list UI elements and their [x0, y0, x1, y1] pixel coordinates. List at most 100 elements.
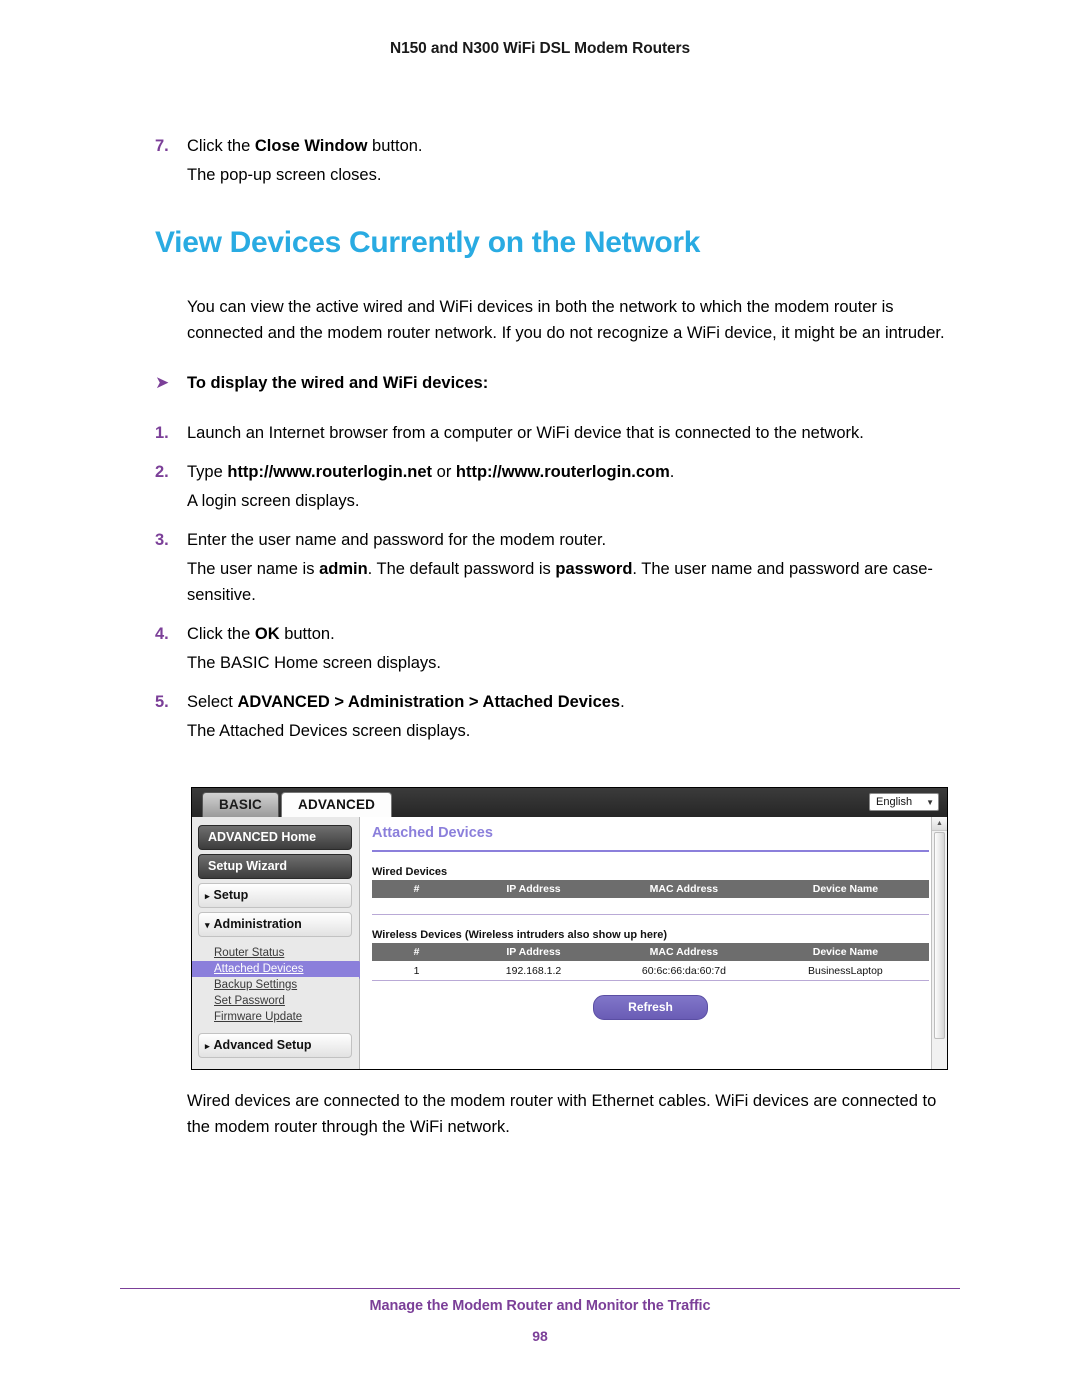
step-2-text: Type http://www.routerlogin.net or http:…	[187, 459, 960, 485]
footer-chapter-title: Manage the Modem Router and Monitor the …	[369, 1298, 711, 1314]
sidebar-accordion-setup-label: Setup	[213, 888, 249, 902]
refresh-button[interactable]: Refresh	[593, 995, 708, 1020]
sidebar-setup-wizard[interactable]: Setup Wizard	[198, 854, 352, 879]
table-row: 1 192.168.1.2 60:6c:66:da:60:7d Business…	[372, 961, 929, 980]
step-3-result-mid: . The default password is	[367, 560, 556, 578]
step-5-result: The Attached Devices screen displays.	[187, 722, 471, 740]
procedure-heading: ➤ To display the wired and WiFi devices:	[155, 372, 960, 394]
sidebar-item-backup-settings[interactable]: Backup Settings	[192, 977, 359, 993]
sidebar-accordion-administration[interactable]: ▾ Administration	[198, 912, 352, 937]
wired-devices-table: # IP Address MAC Address Device Name	[372, 880, 929, 915]
sidebar-item-attached-devices[interactable]: Attached Devices	[192, 961, 370, 979]
cell-mac-address: 60:6c:66:da:60:7d	[641, 965, 726, 977]
step-5-number: 5.	[155, 693, 169, 711]
step-5-menu-path: ADVANCED > Administration > Attached Dev…	[237, 693, 621, 711]
step-2-prefix: Type	[187, 463, 228, 481]
step-3-result: The user name is admin. The default pass…	[187, 556, 960, 608]
step-7-result: The pop-up screen closes.	[187, 166, 382, 184]
chevron-right-icon: ▸	[205, 1041, 210, 1051]
step-2-mid: or	[432, 463, 456, 481]
router-body: ADVANCED Home Setup Wizard ▸ Setup ▾ Admin…	[192, 817, 947, 1069]
section-intro: You can view the active wired and WiFi d…	[187, 298, 945, 342]
sidebar-item-set-password[interactable]: Set Password	[192, 993, 359, 1009]
column-index: #	[413, 946, 420, 958]
chevron-down-icon: ▼	[926, 797, 934, 807]
step-7-prefix: Click the	[187, 137, 255, 155]
scroll-up-arrow-icon[interactable]: ▲	[932, 817, 947, 831]
router-sidebar: ADVANCED Home Setup Wizard ▸ Setup ▾ Admin…	[192, 817, 370, 1069]
step-3-password: password	[555, 560, 633, 578]
footer-page-number: 98	[532, 1328, 548, 1344]
language-select[interactable]: English ▼	[869, 793, 939, 811]
cell-device-name: BusinessLaptop	[808, 965, 883, 977]
router-main-panel: Attached Devices Wired Devices # IP Addr…	[360, 817, 947, 1069]
step-4-number: 4.	[155, 625, 169, 643]
step-7-text: Click the Close Window button.	[187, 133, 960, 159]
column-ip-address: IP Address	[506, 946, 561, 958]
step-5-prefix: Select	[187, 693, 238, 711]
step-3-text: Enter the user name and password for the…	[187, 531, 607, 549]
procedure-heading-text: To display the wired and WiFi devices:	[187, 374, 489, 392]
cell-index: 1	[413, 965, 420, 977]
tab-basic[interactable]: BASIC	[202, 792, 280, 817]
column-device-name: Device Name	[812, 883, 879, 895]
sidebar-accordion-advanced-setup-label: Advanced Setup	[213, 1038, 312, 1052]
step-2-url-com: http://www.routerlogin.com	[455, 463, 670, 481]
step-2: 2. Type http://www.routerlogin.net or ht…	[155, 459, 960, 485]
step-1-text: Launch an Internet browser from a comput…	[187, 424, 864, 442]
step-7-suffix: button.	[367, 137, 423, 155]
step-3-result-prefix: The user name is	[187, 560, 320, 578]
step-4-prefix: Click the	[187, 625, 255, 643]
page-running-header: N150 and N300 WiFi DSL Modem Routers	[389, 40, 690, 57]
vertical-scrollbar[interactable]: ▲	[931, 817, 947, 1069]
wired-devices-label: Wired Devices	[372, 866, 448, 878]
page-title: View Devices Currently on the Network	[155, 226, 701, 259]
wired-devices-empty	[372, 898, 929, 914]
cell-ip-address: 192.168.1.2	[505, 965, 562, 977]
step-5-suffix: .	[620, 693, 625, 711]
procedure-arrow-icon: ➤	[155, 373, 170, 392]
router-tab-strip: BASIC ADVANCED	[202, 792, 393, 817]
table-header-row: # IP Address MAC Address Device Name	[372, 880, 929, 898]
column-device-name: Device Name	[812, 946, 879, 958]
title-divider	[372, 850, 929, 852]
step-4-result: The BASIC Home screen displays.	[187, 654, 442, 672]
step-3-username: admin	[319, 560, 368, 578]
sidebar-accordion-advanced-setup[interactable]: ▸ Advanced Setup	[198, 1033, 352, 1058]
step-2-suffix: .	[669, 463, 675, 481]
router-page-title: Attached Devices	[372, 825, 493, 841]
step-2-result: A login screen displays.	[187, 492, 360, 510]
step-7-bold: Close Window	[254, 137, 368, 155]
column-ip-address: IP Address	[506, 883, 561, 895]
page-content: 7. Click the Close Window button. The po…	[155, 133, 960, 747]
sidebar-admin-links: Router Status Attached Devices Backup Se…	[192, 941, 370, 1029]
refresh-button-wrap: Refresh	[372, 995, 929, 1020]
sidebar-item-router-status[interactable]: Router Status	[192, 945, 359, 961]
step-3: 3. Enter the user name and password for …	[155, 527, 960, 553]
step-2-number: 2.	[155, 463, 169, 481]
chevron-down-icon: ▾	[205, 920, 210, 930]
step-4-text: Click the OK button.	[187, 621, 960, 647]
router-ui-screenshot: BASIC ADVANCED English ▼ ADVANCED Home S…	[191, 787, 948, 1070]
step-4-ok: OK	[254, 625, 280, 643]
step-5-text: Select ADVANCED > Administration > Attac…	[187, 689, 960, 715]
step-4-suffix: button.	[279, 625, 335, 643]
column-mac-address: MAC Address	[649, 946, 719, 958]
scrollbar-thumb[interactable]	[934, 832, 945, 1039]
step-4: 4. Click the OK button.	[155, 621, 960, 647]
wireless-devices-table: # IP Address MAC Address Device Name 1 1…	[372, 943, 929, 981]
step-1: 1. Launch an Internet browser from a com…	[155, 420, 960, 446]
sidebar-advanced-home[interactable]: ADVANCED Home	[198, 825, 352, 850]
closing-paragraph: Wired devices are connected to the modem…	[187, 1092, 937, 1136]
wireless-devices-label: Wireless Devices (Wireless intruders als…	[372, 929, 668, 941]
sidebar-item-firmware-update[interactable]: Firmware Update	[192, 1009, 359, 1025]
footer-divider	[120, 1288, 960, 1289]
table-header-row: # IP Address MAC Address Device Name	[372, 943, 929, 961]
column-index: #	[413, 883, 420, 895]
language-value: English	[876, 796, 913, 808]
sidebar-accordion-setup[interactable]: ▸ Setup	[198, 883, 352, 908]
tab-advanced[interactable]: ADVANCED	[281, 792, 393, 817]
step-1-number: 1.	[155, 424, 169, 442]
step-7: 7. Click the Close Window button.	[155, 133, 960, 159]
step-2-url-net: http://www.routerlogin.net	[227, 463, 433, 481]
